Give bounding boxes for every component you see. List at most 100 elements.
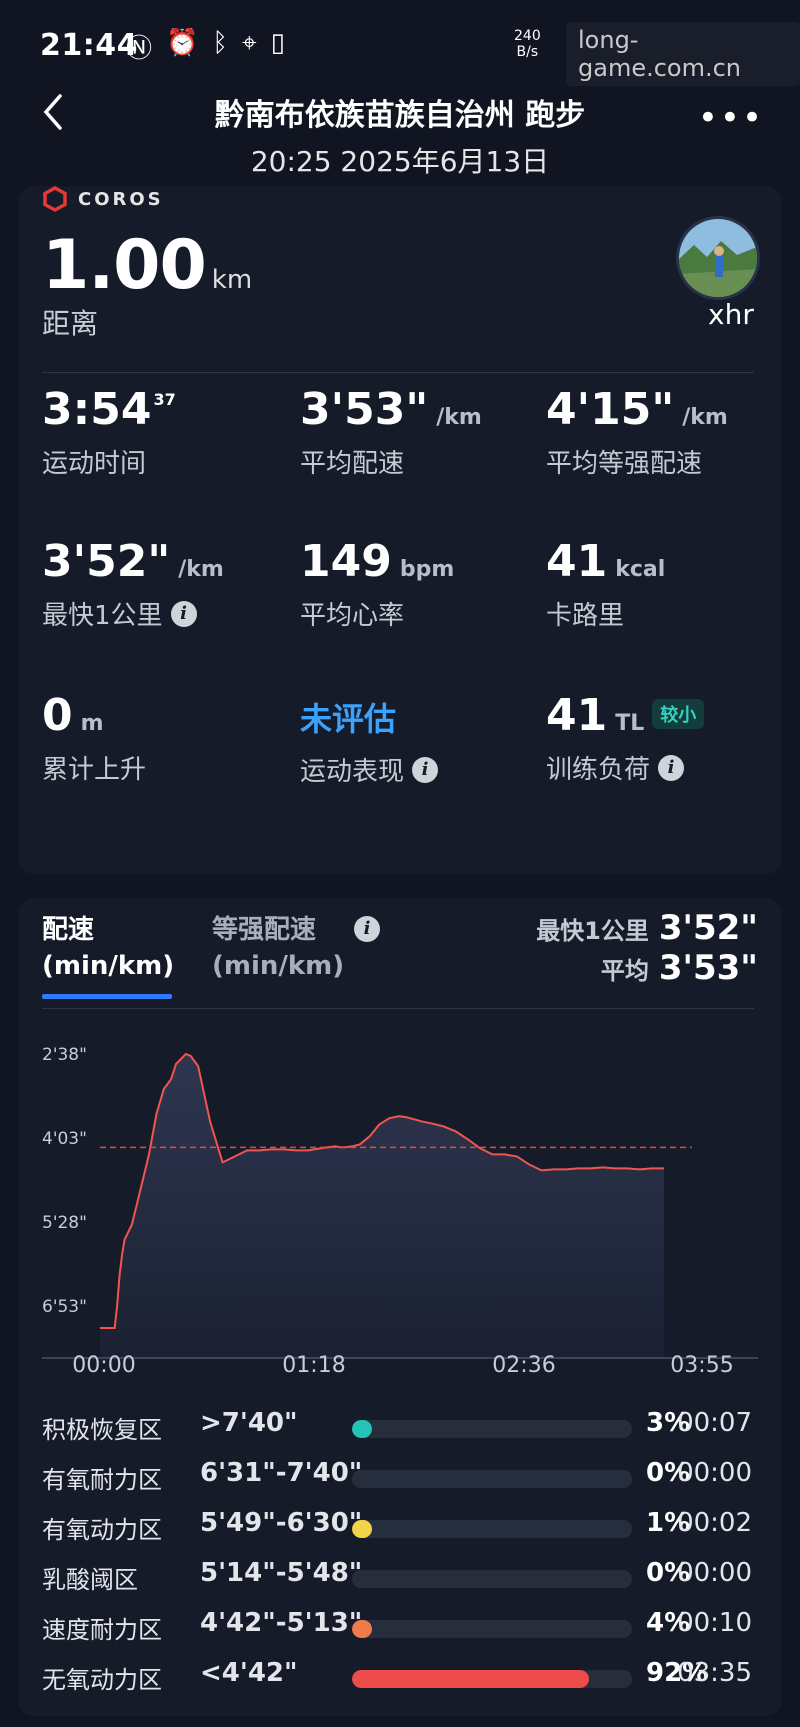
stat-value: 41 [546, 536, 608, 587]
zone-duration: 00:02 [677, 1508, 752, 1538]
divider [42, 372, 754, 373]
zone-bar-track [352, 1520, 632, 1538]
status-bar: 21:44 Ⓝ ⏰ ᛒ ⌖ ▯ 240 B/s long-game.com.cn [0, 0, 800, 90]
stat-training-load: 41 TL 较小 训练负荷 i [546, 690, 705, 786]
stat-value: 149 [300, 536, 392, 587]
net-speed-value: 240 [514, 28, 541, 44]
stat-label: 运动时间 [42, 449, 147, 479]
zone-row: 有氧动力区 5'49"-6'30" 1% 00:02 [42, 1506, 782, 1546]
stat-label: 累计上升 [42, 755, 147, 785]
pace-chart: 2'38" 4'03" 5'28" 6'53" 00:00 01:18 02:36 03:5… [42, 1045, 758, 1378]
zone-name: 速度耐力区 [42, 1616, 162, 1644]
stat-label: 训练负荷 [546, 755, 651, 785]
avatar-image [679, 219, 757, 297]
stat-avg-grade-pace: 4'15" /km 平均等强配速 [546, 384, 728, 480]
x-tick-label: 02:36 [492, 1353, 555, 1378]
zone-name: 积极恢复区 [42, 1416, 162, 1444]
stat-value: 41 [546, 690, 608, 741]
username: xhr [708, 298, 754, 331]
stat-value: 0 [42, 690, 73, 741]
stat-value: 4'15" [546, 384, 675, 435]
stat-unit: bpm [399, 557, 455, 582]
zone-bar-track [352, 1420, 632, 1438]
stat-avg-heart-rate: 149 bpm 平均心率 [300, 536, 454, 632]
load-badge: 较小 [652, 699, 705, 729]
net-speed-unit: B/s [516, 44, 539, 60]
zone-duration: 00:07 [677, 1408, 752, 1438]
stat-unit: /km [682, 405, 728, 430]
stat-avg-pace: 3'53" /km 平均配速 [300, 384, 482, 480]
bluetooth-icon: ᛒ [212, 28, 228, 58]
stat-unit: TL [615, 711, 645, 736]
zone-row: 积极恢复区 >7'40" 3% 00:07 [42, 1406, 782, 1446]
zone-range: 5'49"-6'30" [200, 1508, 363, 1538]
status-time: 21:44 [40, 28, 138, 63]
zone-name: 乳酸阈区 [42, 1566, 138, 1594]
y-tick-label: 6'53" [42, 1297, 87, 1317]
stat-value: 3'53" [300, 384, 429, 435]
brand-name: COROS [78, 188, 164, 210]
info-icon[interactable]: i [658, 754, 685, 781]
zone-range: 4'42"-5'13" [200, 1608, 363, 1638]
brand-logo: COROS [42, 186, 164, 212]
stat-label: 卡路里 [546, 601, 625, 631]
zone-name: 无氧动力区 [42, 1666, 162, 1694]
stat-unit: m [80, 711, 104, 736]
zone-duration: 03:35 [677, 1658, 752, 1688]
stat-unit: /km [178, 557, 224, 582]
zone-range: 6'31"-7'40" [200, 1458, 363, 1488]
zone-bar-fill [352, 1420, 372, 1438]
avatar[interactable] [676, 216, 760, 300]
pace-area [100, 1054, 664, 1358]
stat-sup: 37 [153, 390, 176, 409]
zone-range: >7'40" [200, 1408, 298, 1438]
more-icon: ••• [697, 98, 764, 138]
pace-card: 配速 (min/km) 等强配速 (min/km) i 最快1公里 3'52" 平… [18, 898, 782, 1716]
zone-row: 速度耐力区 4'42"-5'13" 4% 00:10 [42, 1606, 782, 1646]
stat-value: 未评估 [300, 699, 397, 738]
x-tick-label: 03:55 [670, 1353, 733, 1378]
stat-unit: kcal [615, 557, 666, 582]
zone-range: <4'42" [200, 1658, 298, 1688]
watermark: long-game.com.cn [566, 22, 800, 86]
page-title: 黔南布依族苗族自治州 跑步 [214, 98, 586, 133]
info-icon[interactable]: i [412, 756, 439, 783]
zone-row: 乳酸阈区 5'14"-5'48" 0% 00:00 [42, 1556, 782, 1596]
zone-bar-fill [352, 1670, 589, 1688]
info-icon[interactable]: i [170, 600, 197, 627]
y-tick-label: 4'03" [42, 1129, 87, 1149]
more-button[interactable]: ••• [698, 98, 764, 138]
zone-range: 5'14"-5'48" [200, 1558, 363, 1588]
x-tick-label: 01:18 [282, 1353, 345, 1378]
x-tick-label: 00:00 [72, 1353, 135, 1378]
page-subtitle: 20:25 2025年6月13日 [250, 145, 550, 178]
stat-elevation-gain: 0m 累计上升 [42, 690, 146, 786]
status-icons: Ⓝ ⏰ ᛒ ⌖ ▯ [126, 28, 285, 65]
stat-duration: 3:54 37 运动时间 [42, 384, 176, 480]
zone-row: 无氧动力区 <4'42" 92% 03:35 [42, 1656, 782, 1696]
network-speed: 240 B/s [514, 28, 541, 60]
nfc-icon: Ⓝ [126, 34, 153, 64]
y-tick-label: 2'38" [42, 1045, 87, 1065]
zone-row: 有氧耐力区 6'31"-7'40" 0% 00:00 [42, 1456, 782, 1496]
zone-duration: 00:00 [677, 1458, 752, 1488]
stat-label: 最快1公里 [42, 601, 163, 631]
stat-label: 平均配速 [300, 449, 405, 479]
stat-value: 3:54 [42, 384, 152, 435]
zone-duration: 00:10 [677, 1608, 752, 1638]
alarm-icon: ⏰ [166, 28, 199, 58]
stat-label: 平均心率 [300, 601, 405, 631]
stat-label: 运动表现 [300, 757, 405, 787]
stat-label: 平均等强配速 [546, 449, 703, 479]
coros-logo-icon [43, 186, 67, 212]
zone-bar-fill [352, 1620, 372, 1638]
zone-duration: 00:00 [677, 1558, 752, 1588]
distance-label: 距离 [42, 307, 99, 340]
zone-bar-track [352, 1470, 632, 1488]
vibrate-icon: ▯ [270, 28, 285, 58]
zone-bar-fill [352, 1520, 372, 1538]
zone-name: 有氧动力区 [42, 1516, 162, 1544]
stat-calories: 41 kcal 卡路里 [546, 536, 665, 632]
stat-unit: /km [436, 405, 482, 430]
zone-bar-track [352, 1670, 632, 1688]
